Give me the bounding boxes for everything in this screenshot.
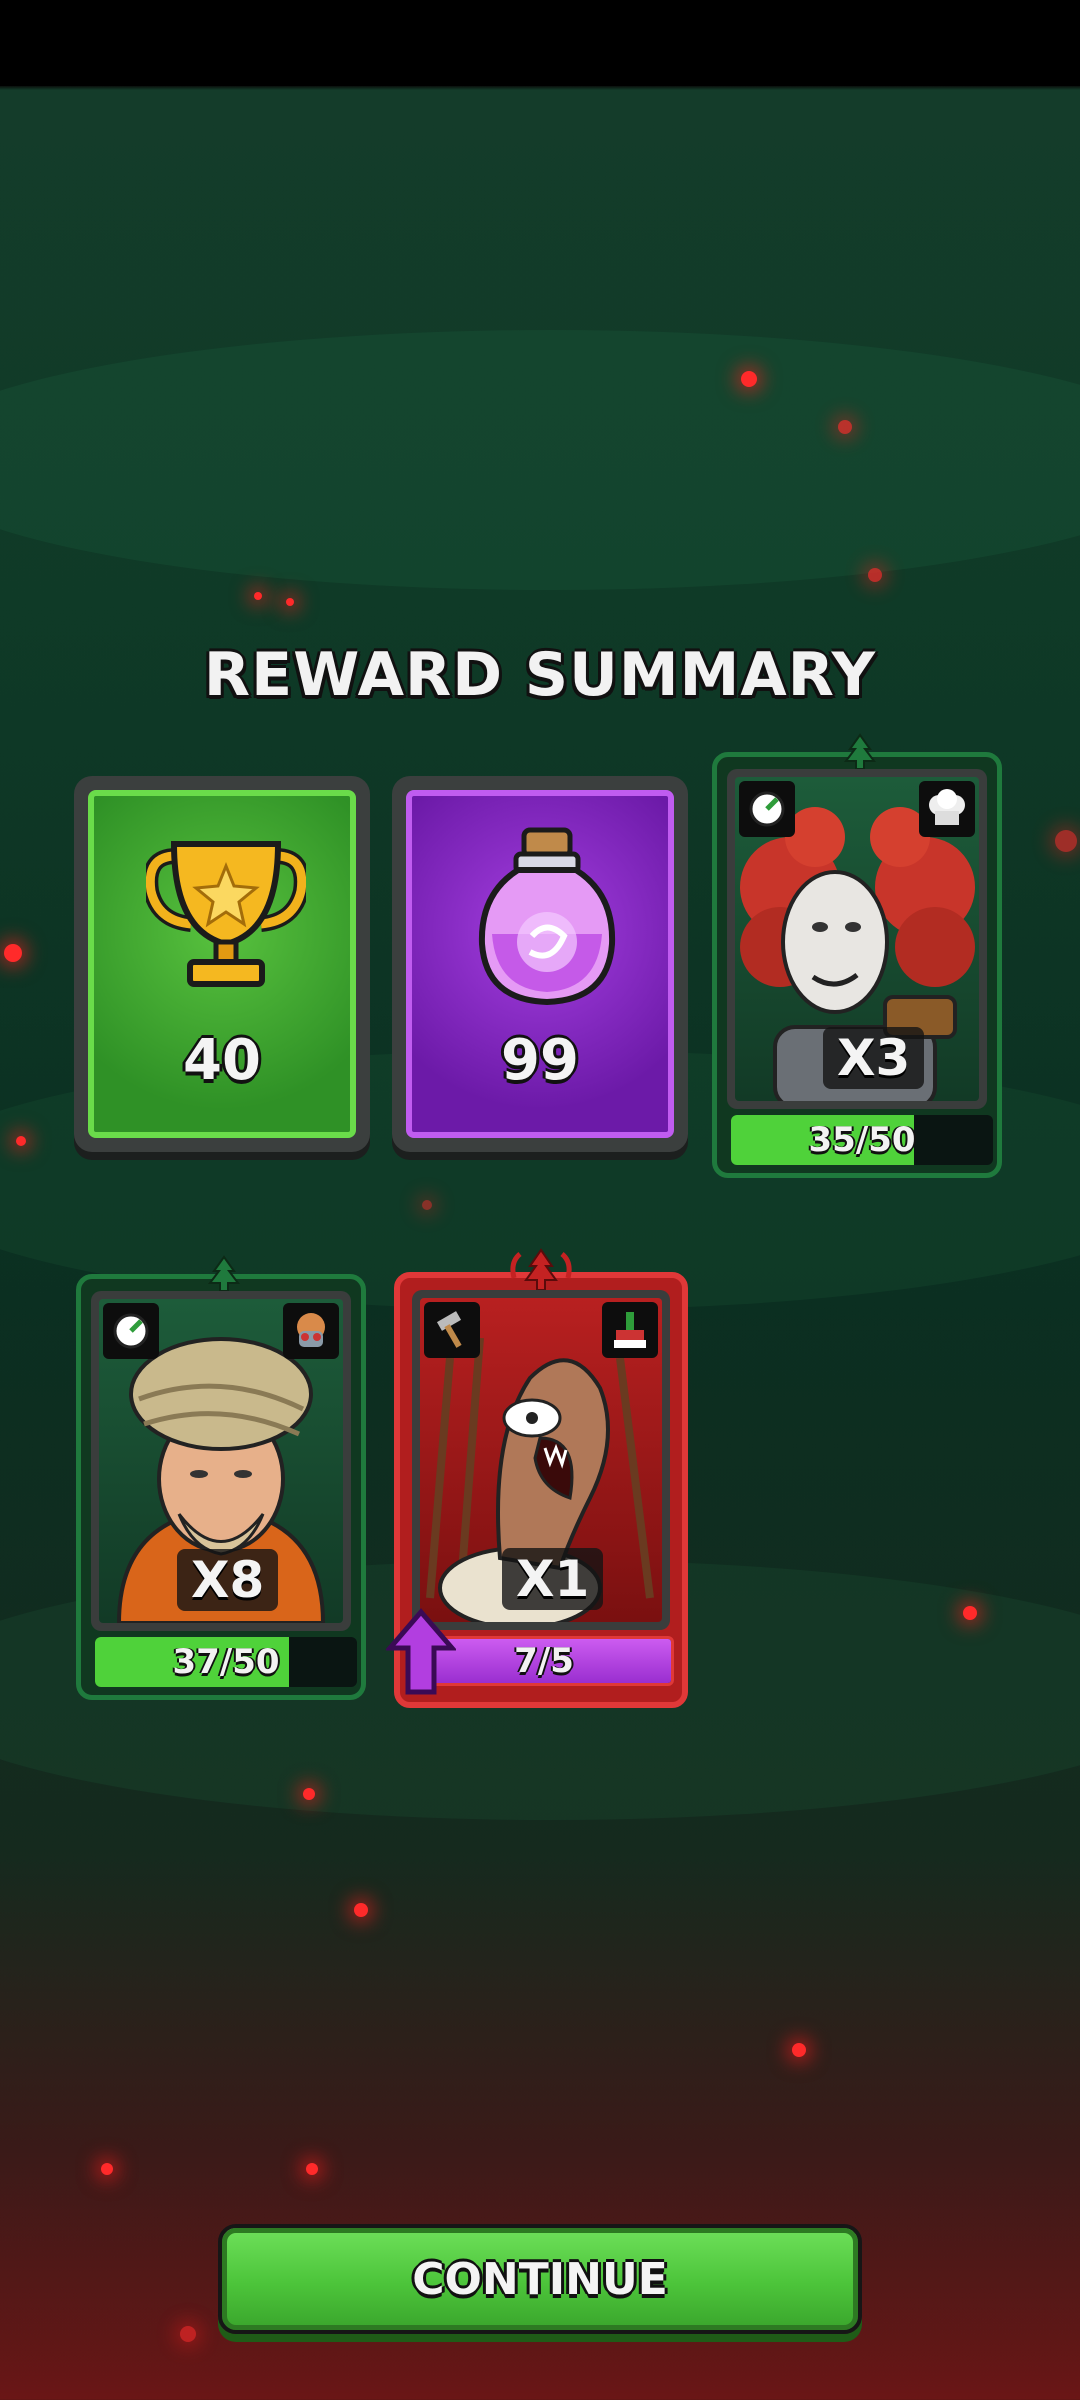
ember-particle [741,371,757,387]
ember-particle [792,2043,806,2057]
hero-card-turkey-monster: X1 7/5 [386,1248,688,1708]
continue-button[interactable]: CONTINUE [218,2224,862,2334]
ember-particle [868,568,882,582]
potion-card-background: 99 [406,790,674,1138]
ember-particle [838,420,852,434]
hammer-icon [424,1302,480,1358]
hero-portrait-frame: X3 [727,769,987,1109]
chef-hat-icon [919,781,975,837]
ember-particle [963,1606,977,1620]
hero-card-turban: X8 37/50 [76,1255,366,1700]
gas-mask-icon [283,1303,339,1359]
hero-progress-bar: 37/50 [95,1637,357,1687]
ember-particle [180,2326,196,2342]
ember-particle [254,592,262,600]
hero-progress-text: 35/50 [808,1120,916,1160]
ember-particle [286,598,294,606]
potion-jar-icon [478,827,616,1006]
rarity-tree-icon [844,733,876,770]
trophy-card-background: 40 [88,790,356,1138]
speed-gauge-icon [739,781,795,837]
hero-card-red-haired: X3 35/50 [712,733,1002,1178]
reward-summary-title: REWARD SUMMARY [203,640,877,710]
trophy-amount: 40 [183,1028,261,1093]
ember-particle [4,944,22,962]
trophy-reward-card: 40 [74,776,370,1152]
continue-button-label: CONTINUE [412,2253,668,2305]
ember-particle [306,2163,318,2175]
ember-particle [354,1903,368,1917]
rarity-tree-icon [208,1255,240,1292]
rarity-tree-icon [510,1248,572,1291]
hero-multiplier: X1 [502,1548,604,1610]
hero-portrait-frame: X1 [412,1290,670,1630]
ember-particle [101,2163,113,2175]
hero-progress-bar: 35/50 [731,1115,993,1165]
potion-reward-card: 99 [392,776,688,1152]
status-bar [0,0,1080,86]
cake-icon [602,1302,658,1358]
ember-particle [422,1200,432,1210]
ember-particle [303,1788,315,1800]
upgrade-arrow-icon[interactable] [386,1608,456,1696]
hero-portrait-frame: X8 [91,1291,351,1631]
trophy-icon [146,841,306,987]
hero-progress-text: 37/50 [172,1642,280,1682]
background-wave [0,330,1080,590]
speed-gauge-icon [103,1303,159,1359]
hero-multiplier: X3 [823,1027,925,1089]
hero-multiplier: X8 [177,1549,279,1611]
ember-particle [1055,830,1077,852]
ember-particle [16,1136,26,1146]
potion-amount: 99 [501,1028,579,1093]
